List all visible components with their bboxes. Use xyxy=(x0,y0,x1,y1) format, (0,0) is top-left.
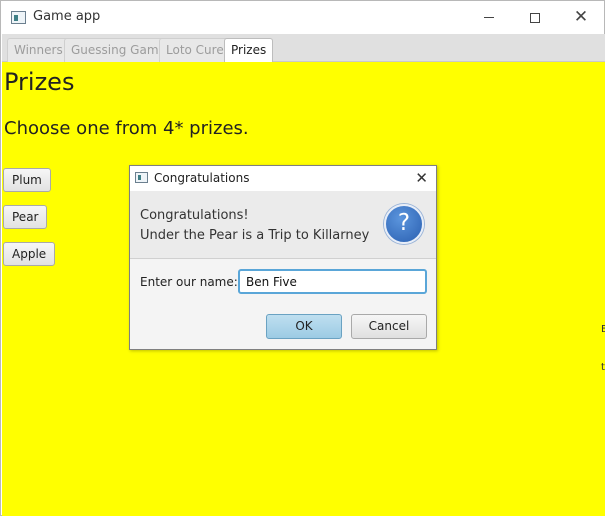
page-title: Prizes xyxy=(4,68,75,96)
tab-loto-cure[interactable]: Loto Cure xyxy=(159,38,231,62)
tab-winners[interactable]: Winners xyxy=(7,38,70,62)
tab-prizes[interactable]: Prizes xyxy=(224,38,274,63)
clipped-text: E xyxy=(601,324,605,335)
close-icon: ✕ xyxy=(573,7,589,27)
dialog-window-icon xyxy=(135,172,148,183)
question-icon: ? xyxy=(384,204,424,244)
close-button[interactable]: ✕ xyxy=(558,1,604,34)
tab-bar: Winners Guessing Game Loto Cure Prizes xyxy=(2,34,605,63)
tab-guessing-game[interactable]: Guessing Game xyxy=(64,38,173,62)
minimize-icon xyxy=(484,17,494,18)
window-title: Game app xyxy=(33,9,101,24)
maximize-icon xyxy=(530,12,540,23)
app-window: Game app ✕ Winners Guessing Game Loto Cu… xyxy=(0,0,605,516)
clipped-text: t xyxy=(601,362,605,373)
apple-button[interactable]: Apple xyxy=(3,242,56,266)
pear-button[interactable]: Pear xyxy=(3,205,48,229)
dialog-message-title: Congratulations! xyxy=(140,208,249,223)
dialog-title: Congratulations xyxy=(154,171,250,185)
page-subtitle: Choose one from 4* prizes. xyxy=(4,118,249,139)
dialog-message-body: Under the Pear is a Trip to Killarney xyxy=(140,228,370,243)
dialog-header: Congratulations! Under the Pear is a Tri… xyxy=(130,191,436,259)
title-bar: Game app ✕ xyxy=(1,1,604,34)
app-window-icon xyxy=(11,11,26,24)
plum-button[interactable]: Plum xyxy=(3,168,51,192)
name-input[interactable] xyxy=(238,269,427,294)
ok-button[interactable]: OK xyxy=(266,314,342,339)
dialog-close-icon[interactable]: ✕ xyxy=(415,169,428,187)
cancel-button[interactable]: Cancel xyxy=(351,314,427,339)
congratulations-dialog: Congratulations ✕ Congratulations! Under… xyxy=(129,165,437,350)
minimize-button[interactable] xyxy=(466,1,512,34)
maximize-button[interactable] xyxy=(512,1,558,34)
name-label: Enter our name: xyxy=(140,275,238,289)
dialog-title-bar: Congratulations ✕ xyxy=(130,166,436,191)
